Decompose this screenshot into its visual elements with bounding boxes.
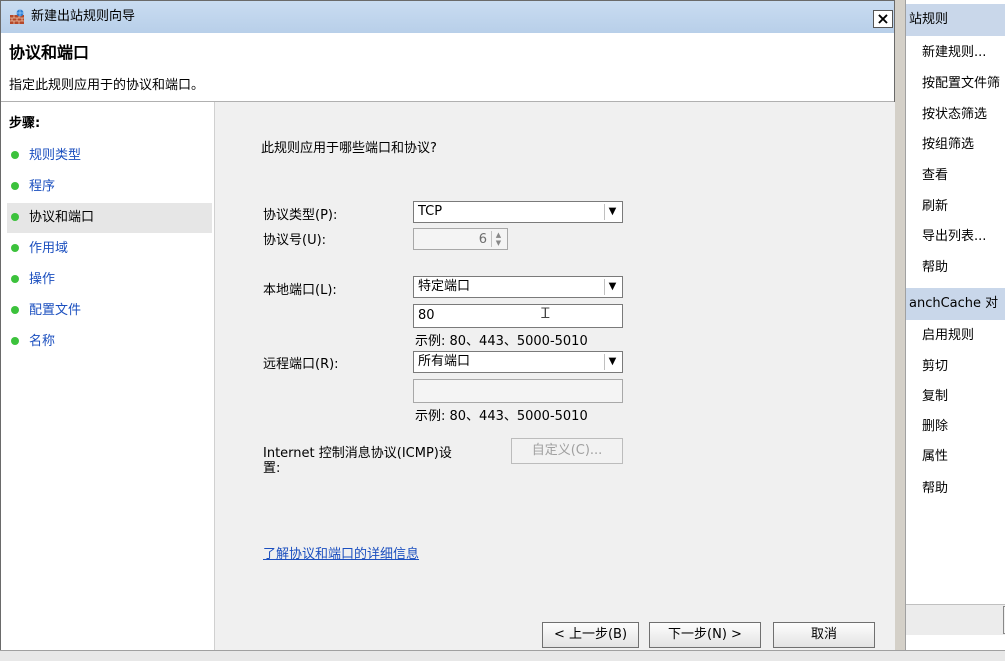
step-scope[interactable]: 作用域 (7, 234, 212, 264)
remote-port-example: 示例: 80、443、5000-5010 (415, 409, 588, 424)
taskbar (0, 650, 1005, 661)
question-text: 此规则应用于哪些端口和协议? (261, 141, 437, 156)
customize-button[interactable]: 自定义(C)... (511, 438, 623, 464)
cancel-button[interactable]: 取消 (773, 622, 875, 648)
step-label: 规则类型 (29, 148, 82, 163)
next-button[interactable]: 下一步(N) > (649, 622, 761, 648)
text-cursor-icon: Ꮖ (541, 306, 551, 322)
action-cut[interactable]: 剪切 (922, 351, 1005, 382)
content-pane (214, 102, 895, 651)
protocol-type-label: 协议类型(P): (263, 208, 338, 223)
actions-panel: 站规则 新建规则... 按配置文件筛 按状态筛选 按组筛选 查看 刷新 导出列表… (905, 0, 1005, 650)
action-help-2[interactable]: 帮助 (922, 473, 1005, 504)
step-label: 程序 (29, 179, 56, 194)
step-name[interactable]: 名称 (7, 327, 212, 357)
action-copy[interactable]: 复制 (922, 381, 1005, 412)
protocol-number-stepper[interactable]: 6 ▲ ▼ (413, 228, 508, 250)
step-label: 协议和端口 (29, 210, 95, 225)
spin-arrows-icon[interactable]: ▲ ▼ (491, 231, 505, 247)
icmp-settings-label: Internet 控制消息协议(ICMP)设 (263, 446, 452, 461)
action-delete[interactable]: 删除 (922, 411, 1005, 442)
step-label: 作用域 (29, 241, 69, 256)
protocol-number-label: 协议号(U): (263, 233, 327, 248)
local-port-example: 示例: 80、443、5000-5010 (415, 334, 588, 349)
action-export-list[interactable]: 导出列表... (922, 221, 1005, 252)
firewall-icon (10, 9, 24, 24)
step-bullet-icon (11, 244, 19, 252)
step-label: 操作 (29, 272, 56, 287)
step-profile[interactable]: 配置文件 (7, 296, 212, 326)
remote-port-select[interactable]: 所有端口 ▼ (413, 351, 623, 373)
step-bullet-icon (11, 182, 19, 190)
chevron-down-icon[interactable]: ▼ (604, 204, 620, 220)
actions-section-title: anchCache 对 (906, 288, 1005, 320)
steps-pane: 步骤: 规则类型 程序 协议和端口 作用域 操作 配置文件 名称 (1, 102, 214, 651)
local-port-value: 特定端口 (418, 279, 471, 294)
page-title: 协议和端口 (9, 43, 90, 62)
wizard-header: 协议和端口 指定此规则应用于的协议和端口。 (1, 33, 894, 102)
protocol-number-value: 6 (478, 232, 487, 247)
local-port-input-value: 80 (418, 308, 435, 323)
action-filter-by-profile[interactable]: 按配置文件筛 (922, 68, 1005, 99)
chevron-down-icon[interactable]: ▼ (604, 279, 620, 295)
actions-footer (906, 604, 1005, 635)
protocol-type-value: TCP (418, 204, 443, 219)
close-button[interactable]: × (873, 10, 893, 28)
page-subtitle: 指定此规则应用于的协议和端口。 (9, 78, 205, 93)
step-bullet-icon (11, 306, 19, 314)
action-view[interactable]: 查看 (922, 160, 1005, 191)
remote-port-input[interactable] (413, 379, 623, 403)
local-port-label: 本地端口(L): (263, 283, 337, 298)
icmp-settings-label-2: 置: (263, 461, 281, 476)
step-action[interactable]: 操作 (7, 265, 212, 295)
back-button[interactable]: < 上一步(B) (542, 622, 639, 648)
step-rule-type[interactable]: 规则类型 (7, 141, 212, 171)
steps-heading: 步骤: (9, 116, 41, 131)
learn-more-link[interactable]: 了解协议和端口的详细信息 (263, 543, 419, 562)
remote-port-value: 所有端口 (418, 354, 471, 369)
actions-section-title: 站规则 (906, 4, 1005, 36)
wizard-dialog: 新建出站规则向导 × 协议和端口 指定此规则应用于的协议和端口。 步骤: 规则类… (0, 0, 895, 651)
local-port-select[interactable]: 特定端口 ▼ (413, 276, 623, 298)
action-enable-rule[interactable]: 启用规则 (922, 320, 1005, 351)
action-new-rule[interactable]: 新建规则... (922, 37, 1005, 68)
action-refresh[interactable]: 刷新 (922, 191, 1005, 222)
action-help[interactable]: 帮助 (922, 252, 1005, 283)
dialog-title: 新建出站规则向导 (31, 9, 136, 24)
step-bullet-icon (11, 213, 19, 221)
local-port-input[interactable]: 80 (413, 304, 623, 328)
protocol-type-select[interactable]: TCP ▼ (413, 201, 623, 223)
step-bullet-icon (11, 151, 19, 159)
chevron-down-icon[interactable]: ▼ (604, 354, 620, 370)
step-label: 配置文件 (29, 303, 82, 318)
title-bar[interactable]: 新建出站规则向导 × (1, 1, 894, 34)
action-filter-by-group[interactable]: 按组筛选 (922, 129, 1005, 160)
step-protocol-and-ports[interactable]: 协议和端口 (7, 203, 212, 233)
action-properties[interactable]: 属性 (922, 441, 1005, 472)
step-label: 名称 (29, 334, 56, 349)
step-bullet-icon (11, 337, 19, 345)
action-filter-by-state[interactable]: 按状态筛选 (922, 99, 1005, 130)
remote-port-label: 远程端口(R): (263, 357, 339, 372)
step-program[interactable]: 程序 (7, 172, 212, 202)
step-bullet-icon (11, 275, 19, 283)
